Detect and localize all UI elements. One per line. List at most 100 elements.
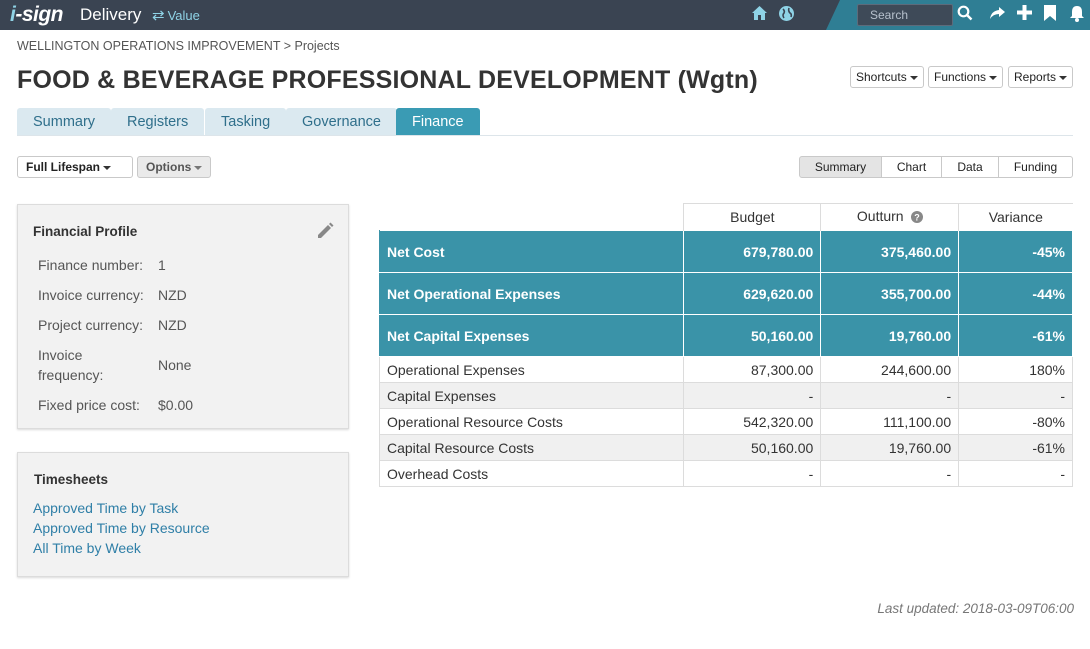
finance-summary-table: Budget Outturn ? Variance Net Cost 679,7… [378, 203, 1073, 487]
outturn-cell: 19,760.00 [820, 314, 960, 357]
home-icon[interactable] [751, 5, 768, 26]
tab-summary[interactable]: Summary [17, 108, 112, 136]
options-label: Options [146, 160, 192, 174]
outturn-cell: - [820, 382, 960, 409]
view-data-button[interactable]: Data [941, 156, 999, 178]
row-label: Operational Resource Costs [378, 408, 685, 435]
help-question-icon[interactable]: ? [910, 210, 923, 226]
finance-number-value: 1 [158, 257, 166, 273]
outturn-cell: 244,600.00 [820, 356, 960, 383]
all-time-by-week-link[interactable]: All Time by Week [33, 540, 141, 556]
outturn-cell: - [820, 460, 960, 487]
value-link-label: Value [167, 8, 200, 23]
app-title[interactable]: Delivery [80, 5, 141, 25]
row-label: Overhead Costs [378, 460, 685, 487]
bookmark-icon[interactable] [1044, 5, 1056, 26]
reports-label: Reports [1014, 70, 1057, 84]
functions-label: Functions [934, 70, 987, 84]
outturn-cell: 375,460.00 [820, 230, 960, 273]
budget-cell: 629,620.00 [683, 272, 822, 315]
value-switch-link[interactable]: ⇄ Value [152, 6, 200, 24]
tab-finance[interactable]: Finance [396, 108, 480, 136]
budget-cell: - [683, 382, 822, 409]
table-row: Net Capital Expenses 50,160.00 19,760.00… [378, 314, 1073, 357]
table-row: Net Operational Expenses 629,620.00 355,… [378, 272, 1073, 315]
tab-governance[interactable]: Governance [286, 108, 397, 136]
search-input[interactable]: Search [857, 4, 953, 26]
row-label: Operational Expenses [378, 356, 685, 383]
lifespan-label: Full Lifespan [26, 160, 101, 174]
lifespan-dropdown[interactable]: Full Lifespan [17, 156, 133, 178]
approved-time-by-task-link[interactable]: Approved Time by Task [33, 500, 178, 516]
row-label: Net Operational Expenses [378, 272, 685, 315]
plus-icon[interactable] [1017, 5, 1032, 25]
tab-tasking[interactable]: Tasking [205, 108, 287, 136]
column-header-outturn: Outturn ? [820, 203, 959, 231]
variance-cell: - [958, 460, 1073, 487]
row-label: Net Capital Expenses [378, 314, 685, 357]
budget-cell: 50,160.00 [683, 314, 822, 357]
approved-time-by-resource-link[interactable]: Approved Time by Resource [33, 520, 210, 536]
view-funding-button[interactable]: Funding [998, 156, 1073, 178]
search-icon[interactable] [957, 5, 973, 26]
table-row: Operational Expenses 87,300.00 244,600.0… [378, 356, 1073, 383]
budget-cell: 50,160.00 [683, 434, 822, 461]
financial-profile-title: Financial Profile [33, 224, 138, 239]
budget-cell: 542,320.00 [683, 408, 822, 435]
page-title: FOOD & BEVERAGE PROFESSIONAL DEVELOPMENT… [17, 66, 758, 94]
variance-cell: -45% [958, 230, 1073, 273]
timesheets-title: Timesheets [34, 472, 109, 487]
row-label: Capital Expenses [378, 382, 685, 409]
caret-down-icon [194, 165, 203, 170]
column-header-budget: Budget [683, 203, 821, 231]
caret-down-icon [103, 165, 112, 170]
fixed-price-cost-value: $0.00 [158, 397, 194, 413]
variance-cell: - [958, 382, 1073, 409]
table-row: Capital Resource Costs 50,160.00 19,760.… [378, 434, 1073, 461]
outturn-cell: 19,760.00 [820, 434, 960, 461]
functions-dropdown[interactable]: Functions [928, 66, 1004, 88]
shortcuts-dropdown[interactable]: Shortcuts [850, 66, 924, 88]
column-header-variance: Variance [958, 203, 1073, 231]
caret-down-icon [1059, 75, 1068, 80]
edit-pencil-icon[interactable] [316, 222, 334, 245]
invoice-frequency-label: Invoice frequency: [38, 347, 104, 383]
view-summary-button[interactable]: Summary [799, 156, 882, 178]
variance-cell: -44% [958, 272, 1073, 315]
breadcrumb[interactable]: WELLINGTON OPERATIONS IMPROVEMENT > Proj… [17, 39, 340, 53]
reports-dropdown[interactable]: Reports [1008, 66, 1074, 88]
top-navigation-bar: i-sign Delivery ⇄ Value Search [0, 0, 1090, 30]
globe-icon[interactable] [778, 5, 795, 27]
financial-profile-panel: Financial Profile Finance number: 1 Invo… [17, 204, 349, 429]
view-chart-button[interactable]: Chart [881, 156, 942, 178]
outturn-cell: 355,700.00 [820, 272, 960, 315]
caret-down-icon [909, 75, 918, 80]
project-currency-label: Project currency: [38, 317, 144, 333]
logo-text: -sign [15, 3, 64, 26]
project-currency-value: NZD [158, 317, 187, 333]
timesheets-panel: Timesheets Approved Time by Task Approve… [17, 452, 349, 577]
last-updated-timestamp: Last updated: 2018-03-09T06:00 [877, 601, 1074, 616]
table-row: Capital Expenses - - - [378, 382, 1073, 409]
tab-registers[interactable]: Registers [111, 108, 205, 136]
bell-icon[interactable] [1069, 5, 1085, 27]
budget-cell: 679,780.00 [683, 230, 822, 273]
row-label: Capital Resource Costs [378, 434, 685, 461]
table-row: Net Cost 679,780.00 375,460.00 -45% [378, 230, 1073, 273]
variance-cell: 180% [958, 356, 1073, 383]
outturn-cell: 111,100.00 [820, 408, 960, 435]
invoice-currency-label: Invoice currency: [38, 287, 144, 303]
variance-cell: -61% [958, 314, 1073, 357]
share-icon[interactable] [988, 5, 1006, 26]
variance-cell: -80% [958, 408, 1073, 435]
shortcuts-label: Shortcuts [856, 70, 907, 84]
budget-cell: 87,300.00 [683, 356, 822, 383]
svg-text:?: ? [914, 212, 920, 222]
outturn-header-label: Outturn [856, 208, 904, 225]
table-row: Overhead Costs - - - [378, 460, 1073, 487]
app-logo[interactable]: i-sign [10, 3, 64, 27]
options-dropdown[interactable]: Options [137, 156, 212, 178]
tab-divider [17, 135, 1073, 136]
table-row: Operational Resource Costs 542,320.00 11… [378, 408, 1073, 435]
invoice-frequency-value: None [158, 357, 192, 373]
